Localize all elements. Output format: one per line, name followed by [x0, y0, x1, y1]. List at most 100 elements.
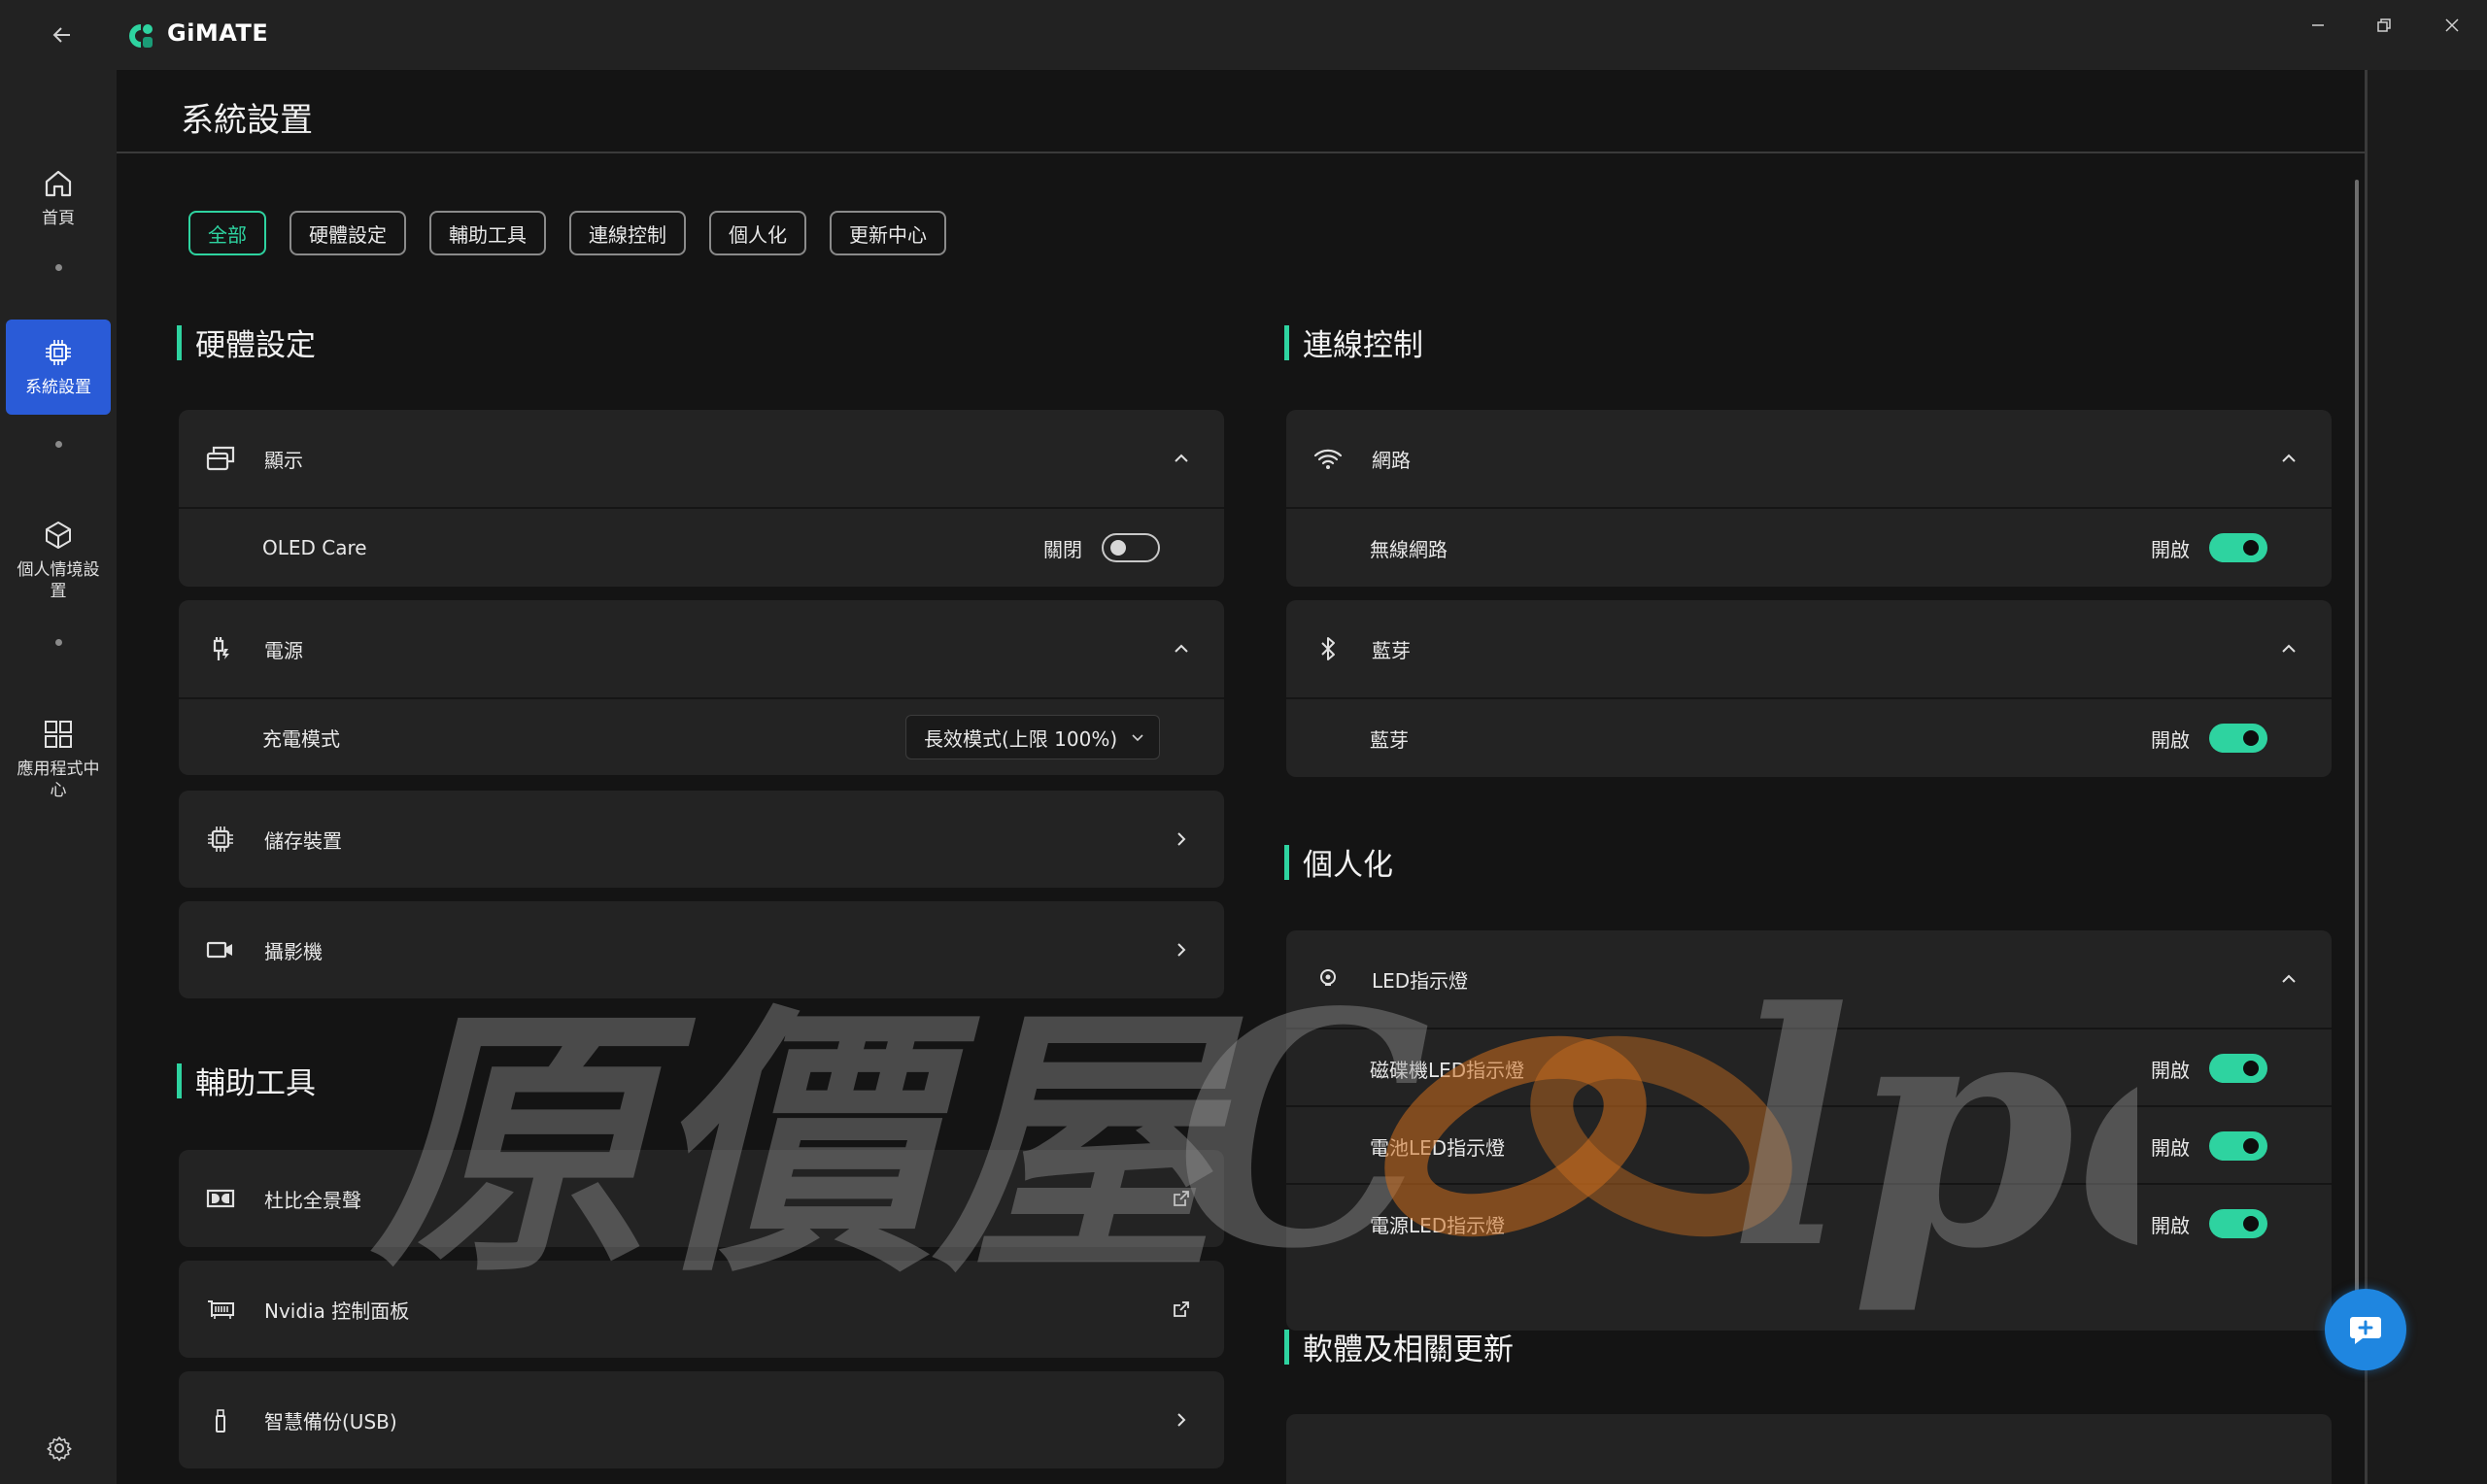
scrollbar[interactable] [2355, 180, 2359, 1311]
row-charge-mode-label: 充電模式 [262, 726, 340, 751]
nav-label-home: 首頁 [42, 209, 75, 228]
home-icon [45, 170, 72, 197]
page-title: 系統設置 [181, 101, 313, 140]
filter-connection[interactable]: 連線控制 [569, 211, 686, 255]
wifi-icon [1313, 449, 1343, 469]
disk-led-toggle[interactable] [2209, 1054, 2267, 1083]
chevron-right-icon [1177, 1413, 1186, 1427]
gear-icon [47, 1436, 72, 1462]
feedback-fab-button[interactable] [2325, 1289, 2406, 1370]
row-oled-care-state: 關閉 [1043, 537, 1082, 561]
settings-button[interactable] [45, 1433, 74, 1463]
card-camera-header[interactable]: 攝影機 [179, 901, 1224, 998]
bluetooth-icon [1321, 637, 1335, 660]
card-camera[interactable]: 攝影機 [179, 901, 1224, 998]
row-battery-led: 電池LED指示燈 開啟 [1286, 1107, 2332, 1185]
card-nvidia[interactable]: Nvidia 控制面板 [179, 1261, 1224, 1358]
row-battery-led-label: 電池LED指示燈 [1370, 1135, 1506, 1160]
filter-all[interactable]: 全部 [188, 211, 266, 255]
chevron-up-icon [2282, 644, 2296, 653]
close-button[interactable] [2425, 8, 2479, 43]
section-accent-bar [1284, 1329, 1289, 1365]
row-oled-care-label: OLED Care [262, 536, 367, 559]
section-hardware: 硬體設定 [177, 320, 316, 364]
row-battery-led-state: 開啟 [2151, 1135, 2190, 1160]
app-name: GiMATE [167, 19, 269, 47]
row-power-led-label: 電源LED指示燈 [1370, 1213, 1506, 1237]
filter-updates[interactable]: 更新中心 [830, 211, 946, 255]
card-camera-title: 攝影機 [264, 939, 323, 963]
chip-icon [46, 340, 71, 365]
oled-care-toggle[interactable] [1102, 533, 1160, 562]
card-display-header[interactable]: 顯示 [179, 410, 1224, 507]
card-bluetooth-title: 藍芽 [1372, 638, 1411, 662]
row-oled-care: OLED Care 關閉 [179, 509, 1224, 587]
restore-button[interactable] [2357, 8, 2411, 43]
nav-label-system-settings: 系統設置 [25, 378, 91, 397]
card-bluetooth-header[interactable]: 藍芽 [1286, 600, 2332, 697]
card-storage-header[interactable]: 儲存裝置 [179, 791, 1224, 888]
chevron-down-icon [1132, 734, 1143, 742]
bluetooth-toggle[interactable] [2209, 724, 2267, 753]
card-backup-title: 智慧備份(USB) [264, 1409, 397, 1433]
section-tools-title: 輔助工具 [195, 1066, 316, 1101]
external-link-icon [1174, 1191, 1189, 1206]
card-display-title: 顯示 [264, 448, 303, 472]
display-icon [206, 446, 235, 471]
restore-icon [2377, 18, 2391, 32]
back-button[interactable] [43, 16, 82, 54]
nav-item-scenario[interactable]: 個人情境設置 [6, 497, 111, 624]
charge-mode-value: 長效模式(上限 100%) [924, 726, 1118, 751]
filter-tools[interactable]: 輔助工具 [429, 211, 546, 255]
dolby-icon [206, 1189, 235, 1208]
minimize-button[interactable] [2291, 8, 2345, 43]
charge-mode-select[interactable]: 長效模式(上限 100%) [905, 715, 1160, 759]
nav-item-system-settings[interactable]: 系統設置 [6, 320, 111, 415]
nav-label-scenario: 個人情境設置 [17, 560, 100, 601]
row-disk-led-label: 磁碟機LED指示燈 [1370, 1058, 1525, 1082]
nav-item-home[interactable]: 首頁 [6, 150, 111, 247]
chevron-up-icon [2282, 974, 2296, 983]
nav-separator-dot [55, 639, 62, 646]
title-divider [117, 152, 2367, 153]
card-network-header[interactable]: 網路 [1286, 410, 2332, 507]
section-accent-bar [177, 324, 182, 360]
filter-tabs: 全部 硬體設定 輔助工具 連線控制 個人化 更新中心 [188, 211, 946, 255]
row-bluetooth-state: 開啟 [2151, 727, 2190, 752]
row-power-led: 電源LED指示燈 開啟 [1286, 1185, 2332, 1263]
card-backup[interactable]: 智慧備份(USB) [179, 1371, 1224, 1468]
wireless-toggle[interactable] [2209, 533, 2267, 562]
row-charge-mode: 充電模式 長效模式(上限 100%) [179, 699, 1224, 775]
row-bluetooth-label: 藍芽 [1370, 727, 1409, 752]
nav-separator-dot [55, 264, 62, 271]
card-dolby[interactable]: 杜比全景聲 [179, 1150, 1224, 1247]
row-bluetooth: 藍芽 開啟 [1286, 699, 2332, 777]
battery-led-toggle[interactable] [2209, 1131, 2267, 1161]
card-backup-header[interactable]: 智慧備份(USB) [179, 1371, 1224, 1468]
filter-personal[interactable]: 個人化 [709, 211, 806, 255]
nav-separator-dot [55, 441, 62, 448]
filter-hardware[interactable]: 硬體設定 [290, 211, 406, 255]
chevron-up-icon [2282, 454, 2296, 462]
card-dolby-header[interactable]: 杜比全景聲 [179, 1150, 1224, 1247]
section-accent-bar [1284, 844, 1289, 880]
section-hardware-title: 硬體設定 [195, 328, 316, 363]
section-updates: 軟體及相關更新 [1284, 1325, 1514, 1368]
cube-icon [46, 522, 71, 549]
card-nvidia-header[interactable]: Nvidia 控制面板 [179, 1261, 1224, 1358]
gimate-logo-icon [129, 24, 153, 48]
power-led-toggle[interactable] [2209, 1209, 2267, 1238]
section-connection: 連線控制 [1284, 320, 1423, 364]
row-power-led-state: 開啟 [2151, 1213, 2190, 1237]
card-storage[interactable]: 儲存裝置 [179, 791, 1224, 888]
card-led-header[interactable]: LED指示燈 [1286, 930, 2332, 1028]
chat-plus-icon [2350, 1317, 2381, 1344]
section-personal-title: 個人化 [1303, 848, 1393, 883]
arrow-left-icon [52, 27, 70, 43]
section-accent-bar [1284, 324, 1289, 360]
main-content: 系統設置 全部 硬體設定 輔助工具 連線控制 個人化 更新中心 硬體設定 顯示 … [117, 70, 2367, 1484]
chevron-up-icon [1175, 644, 1188, 653]
card-power-header[interactable]: 電源 [179, 600, 1224, 697]
right-gutter [2368, 70, 2487, 1484]
nav-item-app-center[interactable]: 應用程式中心 [6, 696, 111, 823]
